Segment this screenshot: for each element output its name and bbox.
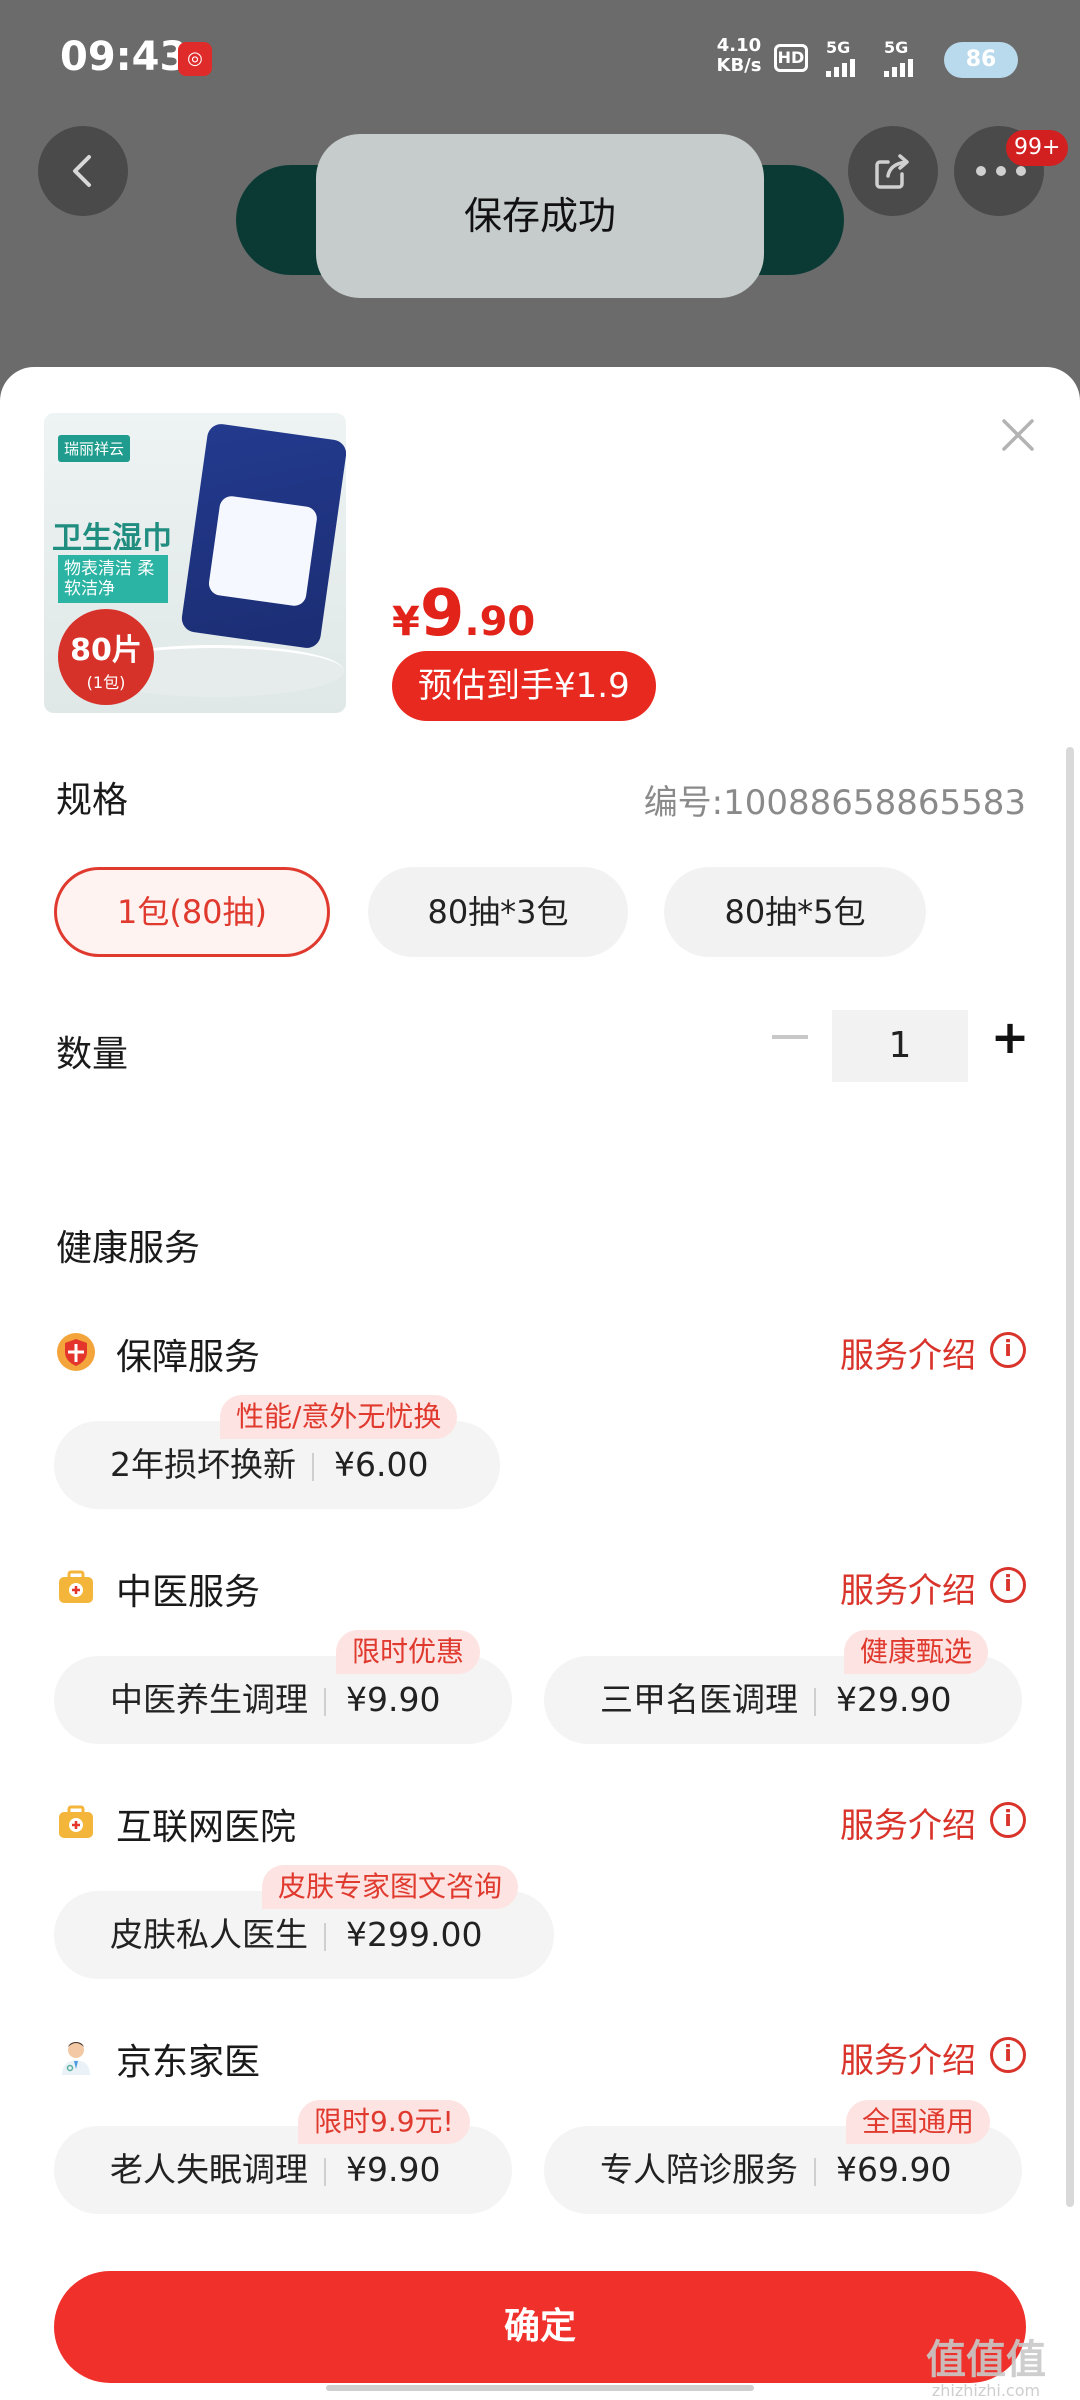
product-price: ¥9.90	[392, 577, 536, 651]
service-group-internet-hospital: 互联网医院 服务介绍 i	[56, 1794, 1026, 1850]
service-group-family-doctor: 京东家医 服务介绍 i	[56, 2029, 1026, 2085]
shield-icon	[57, 1333, 95, 1371]
share-button[interactable]	[848, 126, 938, 216]
notification-badge: 99+	[1006, 130, 1069, 166]
service-group-warranty: 保障服务 服务介绍 i	[56, 1324, 1026, 1380]
signal-icon: 5G	[826, 38, 855, 77]
scrollbar[interactable]	[1066, 747, 1074, 2207]
quantity-label: 数量	[56, 1034, 129, 1075]
product-image[interactable]: 瑞丽祥云 卫生湿巾 物表清洁 柔软洁净 80片 (1包)	[44, 413, 346, 713]
app-notification-icon: ◎	[178, 42, 212, 76]
service-intro-link[interactable]: 服务介绍	[840, 1798, 976, 1847]
close-icon[interactable]	[996, 413, 1040, 457]
hd-icon: HD	[774, 44, 808, 72]
watermark-logo: 值值值 zhizhizhi.com	[926, 2337, 1046, 2400]
wipes-package	[180, 422, 346, 650]
info-icon[interactable]: i	[990, 1802, 1026, 1838]
spec-option-3[interactable]: 80抽*5包	[664, 867, 926, 957]
toast-message: 保存成功	[316, 134, 764, 298]
more-dots-icon	[976, 166, 1026, 176]
info-icon[interactable]: i	[990, 2037, 1026, 2073]
quantity-decrease-button[interactable]	[772, 1035, 808, 1039]
sku-bottom-sheet: 瑞丽祥云 卫生湿巾 物表清洁 柔软洁净 80片 (1包) ¥9.90 预估到手¥…	[0, 367, 1080, 2400]
service-intro-link[interactable]: 服务介绍	[840, 1563, 976, 1612]
medical-kit-icon	[59, 1805, 93, 1838]
signal-icon: 5G	[884, 38, 913, 77]
status-time: 09:43	[60, 34, 188, 80]
service-group-tcm: 中医服务 服务介绍 i	[56, 1559, 1026, 1615]
chevron-left-icon	[73, 155, 91, 187]
service-intro-link[interactable]: 服务介绍	[840, 2033, 976, 2082]
spec-option-1[interactable]: 1包(80抽)	[54, 867, 330, 957]
confirm-button[interactable]: 确定	[54, 2271, 1026, 2383]
count-badge: 80片 (1包)	[58, 609, 154, 705]
sku-code: 编号:10088658865583	[643, 783, 1026, 823]
medical-kit-icon	[59, 1570, 93, 1603]
home-indicator[interactable]	[326, 2385, 754, 2391]
battery-indicator: 86	[944, 42, 1018, 78]
estimated-price-badge: 预估到手¥1.9	[392, 651, 656, 721]
service-tag: 健康甄选	[844, 1630, 989, 1674]
network-speed: 4.10 KB/s	[716, 35, 762, 76]
service-tag: 限时优惠	[336, 1630, 481, 1674]
quantity-increase-button[interactable]: +	[990, 1007, 1030, 1067]
status-bar: 09:43 ◎ 4.10 KB/s HD 5G 5G 86	[0, 0, 1080, 110]
service-intro-link[interactable]: 服务介绍	[840, 1328, 976, 1377]
info-icon[interactable]: i	[990, 1567, 1026, 1603]
info-icon[interactable]: i	[990, 1332, 1026, 1368]
service-tag: 性能/意外无忧换	[220, 1395, 458, 1439]
spec-label: 规格	[56, 780, 129, 821]
doctor-icon	[62, 2042, 90, 2075]
service-tag: 限时9.9元!	[298, 2100, 470, 2144]
health-services-title: 健康服务	[56, 1228, 201, 1269]
spec-option-2[interactable]: 80抽*3包	[368, 867, 628, 957]
service-tag: 皮肤专家图文咨询	[262, 1865, 519, 1909]
share-icon	[875, 154, 909, 189]
quantity-input[interactable]: 1	[832, 1010, 968, 1082]
back-button[interactable]	[38, 126, 128, 216]
service-tag: 全国通用	[846, 2100, 991, 2144]
